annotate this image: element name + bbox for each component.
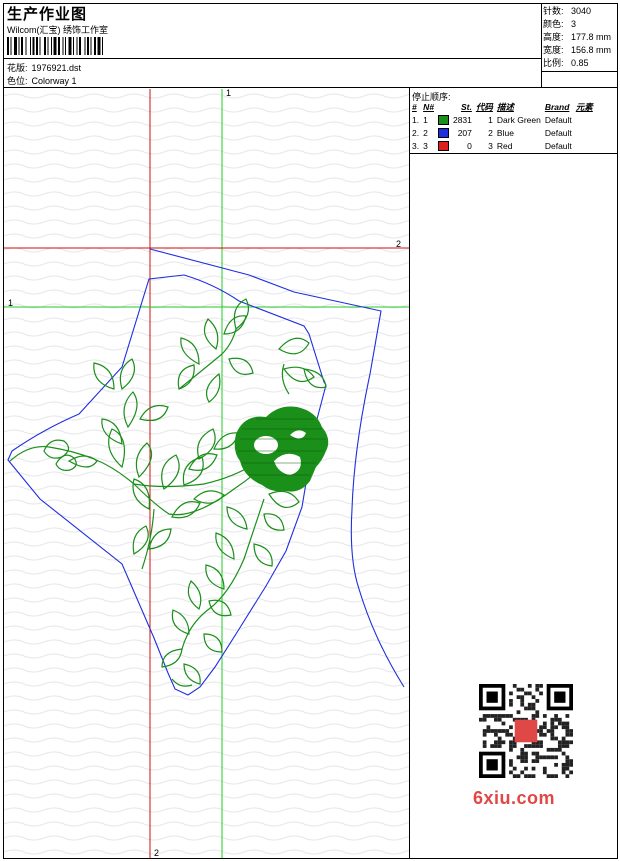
table-header-row: # N# St. 代码 描述 Brand 元素 xyxy=(410,101,595,113)
row-stitches: 2831 xyxy=(452,114,472,125)
col-desc: 描述 xyxy=(496,102,514,112)
width-value: 156.8 mm xyxy=(571,45,612,55)
height-row: 高度: 177.8 mm xyxy=(543,31,611,44)
row-brand: Default xyxy=(544,140,572,151)
colorway-row: 色位: Colorway 1 xyxy=(7,74,77,87)
col-num: # xyxy=(412,102,417,112)
studio-name: Wilcom(汇宝) 绣饰工作室 xyxy=(7,25,108,35)
colors-value: 3 xyxy=(571,19,577,29)
scale-value: 0.85 xyxy=(571,58,589,68)
row-num: 1. xyxy=(412,114,420,125)
guide-v-green-label: 1 xyxy=(226,89,232,98)
row-code: 2 xyxy=(488,127,493,138)
stitches-label: 针数: xyxy=(543,6,564,16)
col-swatch xyxy=(436,101,451,113)
row-stitches: 0 xyxy=(467,140,472,151)
embroidery-preview xyxy=(4,89,409,858)
color-table-divider xyxy=(409,153,618,154)
meta-divider xyxy=(3,58,541,59)
row-no: 2 xyxy=(423,127,428,138)
barcode-image xyxy=(7,37,103,55)
width-label: 宽度: xyxy=(543,45,564,55)
guide-h-green-label: 1 xyxy=(8,298,14,308)
colors-row: 颜色: 3 xyxy=(543,18,611,31)
header-divider xyxy=(3,87,618,88)
row-element xyxy=(574,126,595,139)
design-canvas[interactable]: 1 1 2 2 xyxy=(4,89,409,858)
col-element: 元素 xyxy=(575,102,593,112)
row-stitches: 207 xyxy=(457,127,472,138)
stitches-row: 针数: 3040 xyxy=(543,5,611,18)
guide-v-red-label: 2 xyxy=(154,848,160,858)
col-st: St. xyxy=(461,102,472,112)
row-desc: Dark Green xyxy=(496,114,541,125)
row-swatch xyxy=(436,126,451,139)
design-row: 花版: 1976921.dst xyxy=(7,61,81,74)
design-value: 1976921.dst xyxy=(31,63,82,73)
design-label: 花版: xyxy=(7,63,28,73)
guide-h-red-label: 2 xyxy=(396,239,402,249)
header-stats-divider xyxy=(541,3,542,87)
stats-block: 针数: 3040 颜色: 3 高度: 177.8 mm 宽度: 156.8 mm 比例:… xyxy=(543,5,611,70)
row-num: 2. xyxy=(412,127,420,138)
row-num: 3. xyxy=(412,140,420,151)
height-value: 177.8 mm xyxy=(571,32,612,42)
row-element xyxy=(574,139,595,152)
col-brand: Brand xyxy=(544,102,570,112)
row-swatch xyxy=(436,113,451,126)
qr-code-image xyxy=(479,684,573,778)
colorway-label: 色位: xyxy=(7,76,28,86)
table-row[interactable]: 3. 3 0 3 Red Default xyxy=(410,139,595,152)
height-label: 高度: xyxy=(543,32,564,42)
row-element xyxy=(574,113,595,126)
row-code: 3 xyxy=(488,140,493,151)
col-code: 代码 xyxy=(475,102,493,112)
stats-divider xyxy=(541,71,618,72)
row-brand: Default xyxy=(544,114,572,125)
row-no: 1 xyxy=(423,114,428,125)
scale-label: 比例: xyxy=(543,58,564,68)
color-sequence-table: # N# St. 代码 描述 Brand 元素 1. 1 2831 1 Dark… xyxy=(410,101,595,152)
color-swatch xyxy=(437,114,449,125)
row-code: 1 xyxy=(488,114,493,125)
scale-row: 比例: 0.85 xyxy=(543,57,611,70)
row-desc: Blue xyxy=(496,127,514,138)
col-no: N# xyxy=(423,102,434,112)
watermark-text: 6xiu.com xyxy=(473,788,556,808)
table-row[interactable]: 1. 1 2831 1 Dark Green Default xyxy=(410,113,595,126)
row-no: 3 xyxy=(423,140,428,151)
fabric-background xyxy=(4,89,409,858)
stitches-value: 3040 xyxy=(571,6,592,16)
watermark-block: 6xiu.com xyxy=(471,680,583,818)
page-title: 生产作业图 xyxy=(7,6,88,23)
width-row: 宽度: 156.8 mm xyxy=(543,44,611,57)
color-swatch xyxy=(437,127,449,138)
colors-label: 颜色: xyxy=(543,19,564,29)
color-swatch xyxy=(437,140,449,151)
row-swatch xyxy=(436,139,451,152)
table-row[interactable]: 2. 2 207 2 Blue Default xyxy=(410,126,595,139)
colorway-value: Colorway 1 xyxy=(31,76,77,86)
side-panel-divider xyxy=(409,87,410,859)
row-desc: Red xyxy=(496,140,513,151)
row-brand: Default xyxy=(544,127,572,138)
